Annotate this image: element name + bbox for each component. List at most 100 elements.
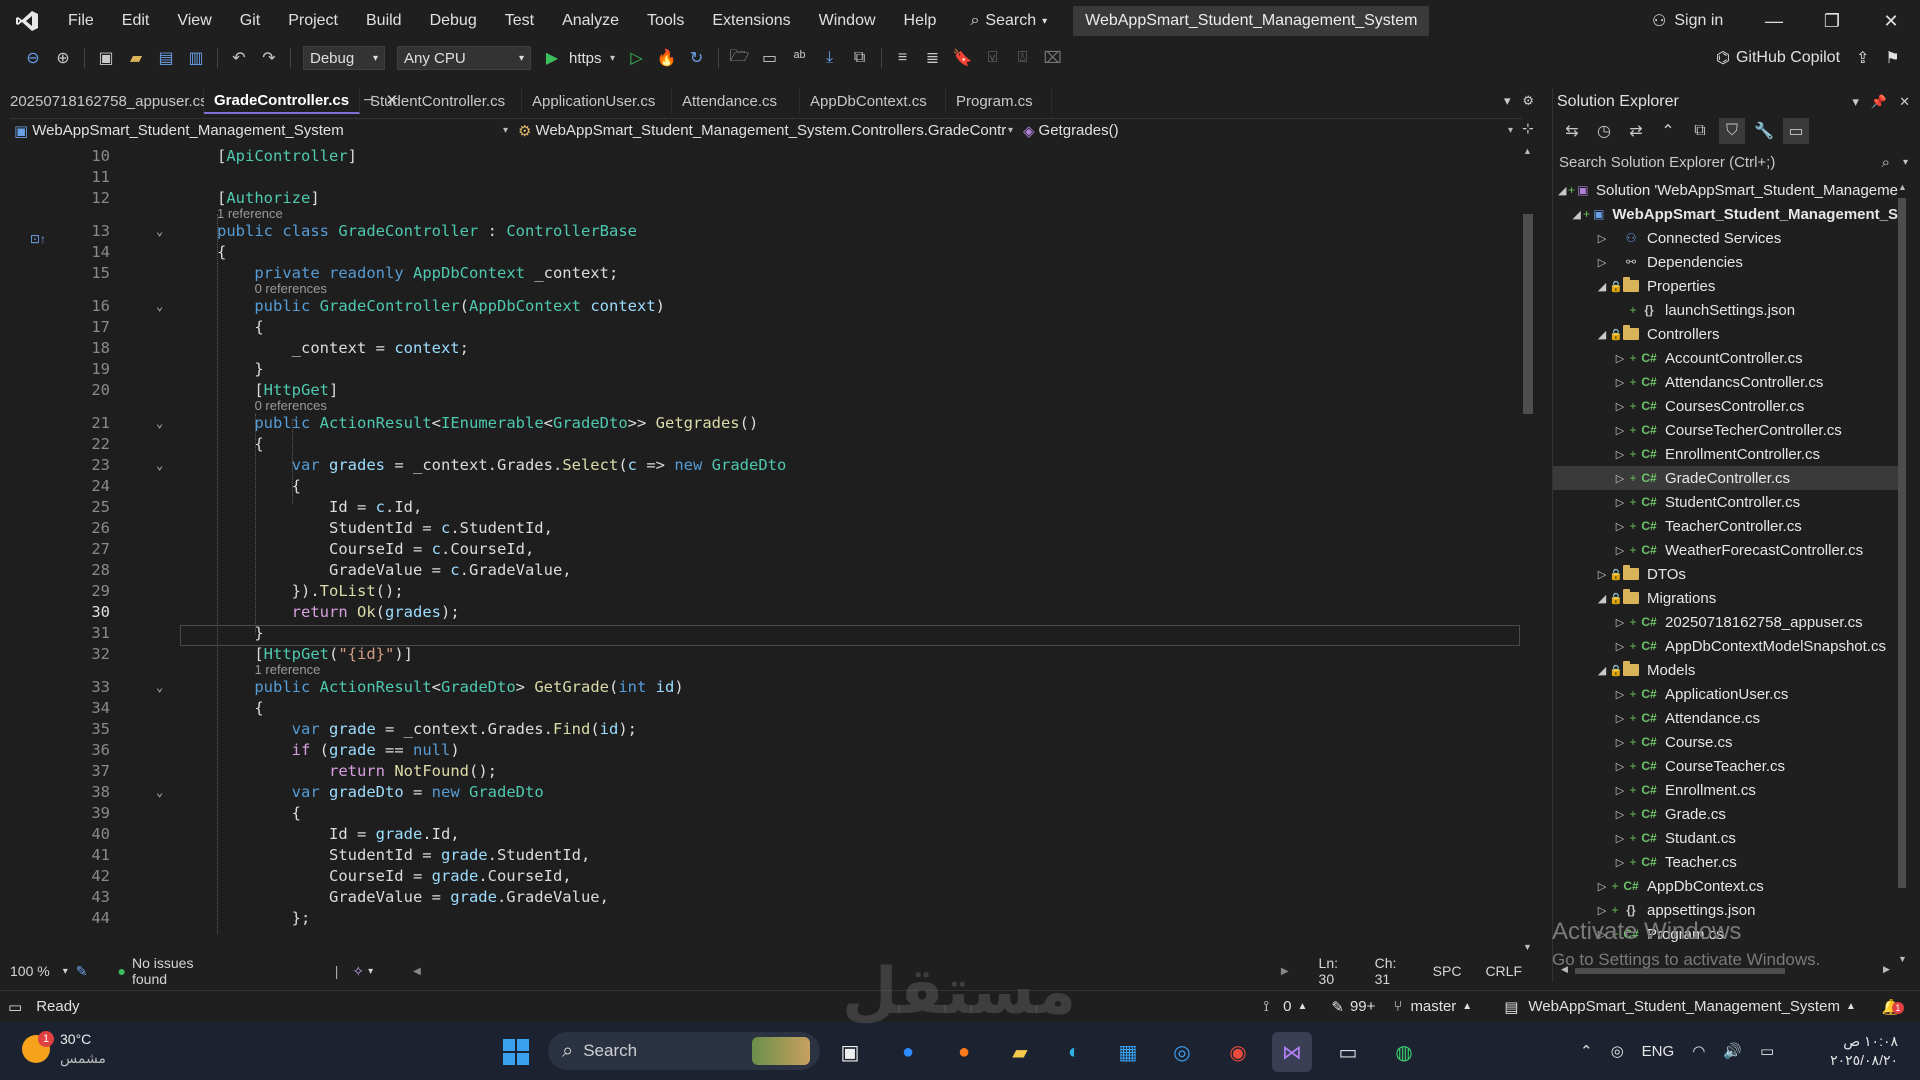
redo-icon[interactable]: ↷ (256, 45, 282, 71)
git-commit-icon[interactable]: ⟟ (1264, 998, 1270, 1015)
pending-changes-icon[interactable]: ◷ (1591, 118, 1617, 144)
menu-item[interactable]: View (163, 0, 225, 42)
member-dropdown[interactable]: ◈ Getgrades() ▾ (1019, 119, 1519, 143)
tree-item[interactable]: ▷ ⚇ Connected Services (1553, 226, 1898, 250)
code-line[interactable]: 25 Id = c.Id, (10, 497, 1522, 518)
bookmark-icon[interactable]: 🔖 (950, 45, 976, 71)
codelens-references[interactable]: 1 reference (217, 206, 283, 222)
chrome-icon[interactable]: ◉ (1218, 1032, 1258, 1072)
collapsed-icon[interactable]: ▷ (1613, 832, 1627, 845)
tree-item[interactable]: ▷ + C# Teacher.cs (1553, 850, 1898, 874)
code-line[interactable]: 20 [HttpGet] (10, 380, 1522, 401)
repo-icon[interactable]: ▤ (1504, 998, 1518, 1016)
tree-item[interactable]: ▷ + C# Attendance.cs (1553, 706, 1898, 730)
search-input[interactable]: Search Solution Explorer (Ctrl+;) (1559, 154, 1775, 171)
show-all-files-icon[interactable]: ⧉ (1687, 118, 1713, 144)
code-line[interactable]: 16 ⌄ public GradeController(AppDbContext … (10, 296, 1522, 317)
code-line[interactable]: 40 Id = grade.Id, (10, 824, 1522, 845)
chevron-down-icon[interactable]: ▾ (606, 45, 620, 71)
code-line[interactable]: 33 ⌄ public ActionResult<GradeDto> GetGra… (10, 677, 1522, 698)
save-all-icon[interactable]: ▥ (183, 45, 209, 71)
chevron-up-icon[interactable]: ⌃ (1580, 1042, 1593, 1060)
code-line[interactable]: 32 [HttpGet("{id}")] (10, 644, 1522, 665)
code-line[interactable]: 22 { (10, 434, 1522, 455)
tab[interactable]: ApplicationUser.cs (522, 88, 672, 114)
menu-item[interactable]: Build (352, 0, 416, 42)
split-editor-icon[interactable]: ⊹ (1522, 120, 1534, 137)
output-icon[interactable]: ▭ (8, 998, 22, 1016)
terminal-icon[interactable]: ▭ (1328, 1032, 1368, 1072)
tree-item[interactable]: ▷ + C# Enrollment.cs (1553, 778, 1898, 802)
tab-list-dropdown-icon[interactable]: ▾ (1504, 93, 1511, 109)
codelens-references[interactable]: 1 reference (255, 662, 321, 678)
tree-item[interactable]: ▷ ⚯ Dependencies (1553, 250, 1898, 274)
whatsapp-icon[interactable]: ◍ (1384, 1032, 1424, 1072)
chevron-down-icon[interactable]: ▾ (368, 966, 373, 977)
line-number[interactable]: Ln: 30 (1319, 955, 1351, 987)
spellcheck-icon[interactable]: ᵃᵇ (787, 45, 813, 71)
tree-item[interactable]: ◢ 🔒 Migrations (1553, 586, 1898, 610)
collapsed-icon[interactable]: ▷ (1595, 880, 1609, 893)
tree-item[interactable]: ◢ + ▣ Solution 'WebAppSmart_Student_Managem… (1553, 178, 1898, 202)
properties-icon[interactable]: 🔧 (1751, 118, 1777, 144)
firefox-icon[interactable]: ● (944, 1032, 984, 1072)
close-window-button[interactable]: ✕ (1862, 0, 1920, 42)
weather-widget[interactable]: 1 30°C مشمس (22, 1030, 106, 1068)
chevron-down-icon[interactable]: ▾ (63, 966, 68, 977)
collapsed-icon[interactable]: ▷ (1613, 424, 1627, 437)
expanded-icon[interactable]: ◢ (1595, 280, 1609, 293)
tab[interactable]: Program.cs (946, 88, 1052, 114)
configuration-select[interactable]: Debug ▾ (303, 46, 385, 70)
code-line[interactable]: 10 [ApiController] (10, 146, 1522, 167)
visual-studio-logo-icon[interactable] (0, 0, 54, 42)
tree-item[interactable]: ▷ + C# WeatherForecastController.cs (1553, 538, 1898, 562)
tree-item[interactable]: ▷ + C# AttendancsController.cs (1553, 370, 1898, 394)
scroll-down-icon[interactable]: ▼ (1898, 954, 1907, 964)
collapsed-icon[interactable]: ▷ (1595, 232, 1609, 245)
hot-reload-icon[interactable]: 🔥 (654, 45, 680, 71)
collapsed-icon[interactable]: ▷ (1613, 736, 1627, 749)
refresh-icon[interactable]: ↻ (684, 45, 710, 71)
language-indicator[interactable]: ENG (1642, 1043, 1675, 1060)
issues-label[interactable]: No issues found (132, 955, 215, 987)
fold-toggle-icon[interactable]: ⌄ (156, 413, 163, 434)
pencil-icon[interactable]: ✎ (1331, 998, 1344, 1016)
collapse-all-icon[interactable]: ⌃ (1655, 118, 1681, 144)
pin-icon[interactable]: 📌 (1871, 94, 1887, 110)
menu-item[interactable]: Help (890, 0, 951, 42)
zoom-app-icon[interactable]: ● (888, 1032, 928, 1072)
fold-toggle-icon[interactable]: ⌄ (156, 677, 163, 698)
tree-item[interactable]: ▷ + C# 20250718162758_appuser.cs (1553, 610, 1898, 634)
collapsed-icon[interactable]: ▷ (1613, 400, 1627, 413)
chevron-down-icon[interactable]: ▾ (1903, 157, 1908, 168)
code-line[interactable]: 27 CourseId = c.CourseId, (10, 539, 1522, 560)
brush-icon[interactable]: ✎ (76, 963, 88, 980)
scroll-left-icon[interactable]: ◀ (413, 966, 421, 977)
close-icon[interactable]: ✕ (1899, 94, 1910, 110)
scrollbar-thumb[interactable] (1898, 198, 1906, 888)
collapsed-icon[interactable]: ▷ (1613, 520, 1627, 533)
tree-item[interactable]: ▷ + C# CoursesController.cs (1553, 394, 1898, 418)
collapsed-icon[interactable]: ▷ (1613, 376, 1627, 389)
collapsed-icon[interactable]: ▷ (1613, 448, 1627, 461)
start-without-debugging-icon[interactable]: ▷ (624, 45, 650, 71)
filter-icon[interactable]: ⛉ (1719, 118, 1745, 144)
code-line[interactable]: 31 } (10, 623, 1522, 644)
tab[interactable]: 20250718162758_appuser.cs (0, 88, 208, 114)
fold-toggle-icon[interactable]: ⌄ (156, 221, 163, 242)
preview-icon[interactable]: ▭ (1783, 118, 1809, 144)
scroll-up-icon[interactable]: ▲ (1898, 182, 1907, 192)
solution-explorer-search[interactable]: Search Solution Explorer (Ctrl+;) ⌕ ▾ (1555, 150, 1914, 174)
tree-item[interactable]: ◢ 🔒 Controllers (1553, 322, 1898, 346)
tree-item[interactable]: ▷ + C# EnrollmentController.cs (1553, 442, 1898, 466)
scroll-right-icon[interactable]: ▶ (1883, 964, 1890, 975)
code-line[interactable]: 36 if (grade == null) (10, 740, 1522, 761)
minimize-button[interactable]: — (1745, 0, 1803, 42)
start-button[interactable] (496, 1032, 536, 1072)
error-count[interactable]: 0 (1283, 998, 1291, 1015)
comment-icon[interactable]: ≡ (890, 45, 916, 71)
repository-name[interactable]: WebAppSmart_Student_Management_System (1528, 998, 1840, 1015)
code-line[interactable]: 44 }; (10, 908, 1522, 929)
fold-toggle-icon[interactable]: ⌄ (156, 455, 163, 476)
expanded-icon[interactable]: ◢ (1595, 592, 1609, 605)
